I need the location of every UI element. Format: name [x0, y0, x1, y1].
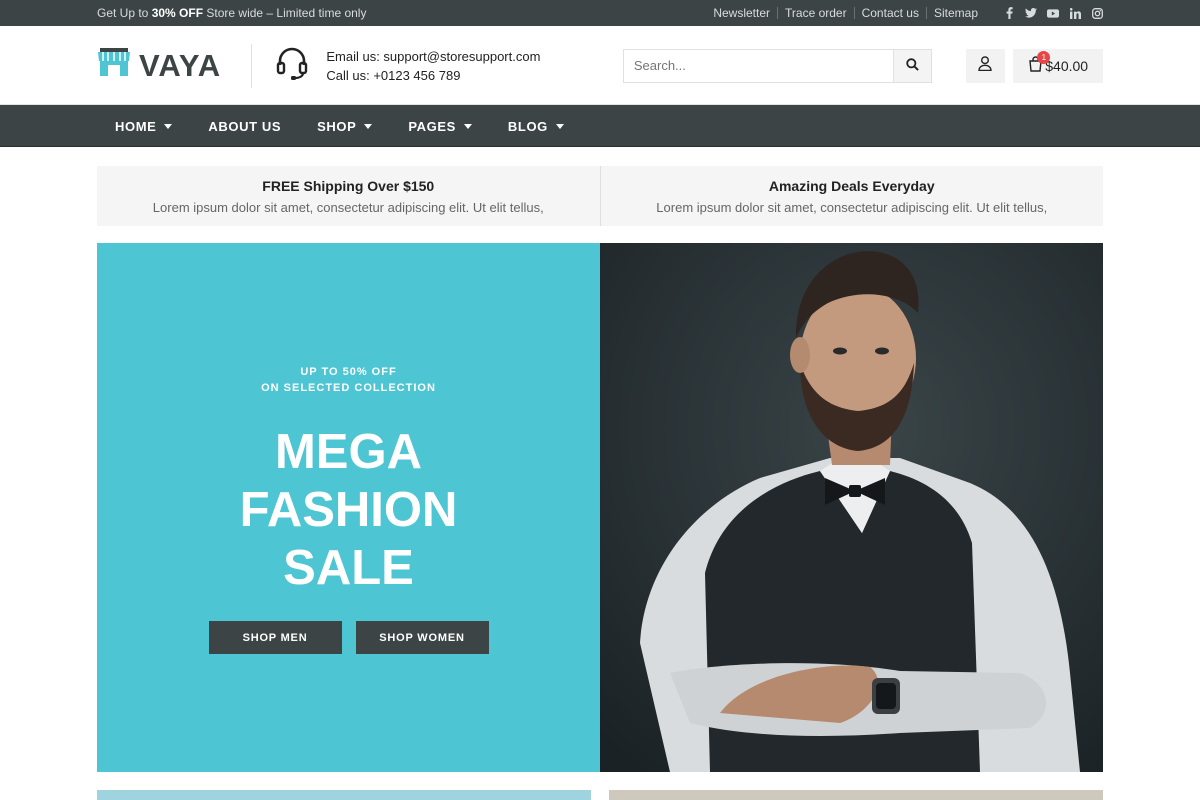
nav-item-blog[interactable]: BLOG — [490, 105, 582, 147]
cart-count-badge: 1 — [1037, 50, 1051, 64]
hero-title-line: MEGA — [274, 425, 422, 479]
shop-men-button[interactable]: SHOP MEN — [208, 621, 342, 654]
nav-item-home[interactable]: HOME — [97, 105, 190, 147]
hero-banner: UP TO 50% OFF ON SELECTED COLLECTION MEG… — [97, 243, 1103, 772]
nav-label: SHOP — [317, 118, 357, 134]
promo-suffix: Store wide – Limited time only — [203, 6, 367, 20]
feature-text: Lorem ipsum dolor sit amet, consectetur … — [152, 200, 544, 215]
nav-label: BLOG — [507, 118, 548, 134]
hero-title: MEGA FASHION SALE — [240, 423, 458, 597]
account-button[interactable] — [965, 48, 1006, 83]
instagram-icon[interactable] — [1091, 7, 1103, 19]
feature-strip: FREE Shipping Over $150 Lorem ipsum dolo… — [97, 166, 1103, 226]
cart-button[interactable]: 1 $40.00 — [1013, 48, 1103, 83]
chevron-down-icon — [555, 123, 564, 129]
shop-women-button[interactable]: SHOP WOMEN — [355, 621, 489, 654]
promo-text: Get Up to 30% OFF Store wide – Limited t… — [97, 6, 366, 20]
hero-title-line: SALE — [283, 541, 414, 595]
hero-kicker-line: ON SELECTED COLLECTION — [261, 382, 436, 394]
top-links: Newsletter Trace order Contact us Sitema… — [706, 7, 1103, 19]
phone-link[interactable]: +0123 456 789 — [373, 68, 460, 83]
feature-title: Amazing Deals Everyday — [768, 178, 935, 194]
promo-discount: 30% OFF — [151, 6, 204, 20]
chevron-down-icon — [463, 123, 472, 129]
search-icon — [905, 57, 919, 74]
hero-model-photo — [600, 243, 1103, 772]
twitter-icon[interactable] — [1025, 7, 1037, 19]
hero-title-line: FASHION — [239, 483, 458, 537]
social-links — [1003, 7, 1103, 19]
hero-kicker-line: UP TO 50% OFF — [300, 366, 397, 378]
chevron-down-icon — [164, 123, 173, 129]
search-button[interactable] — [892, 49, 931, 82]
category-thumb-right[interactable] — [609, 790, 1103, 800]
cart-total: $40.00 — [1045, 57, 1089, 74]
model-image — [600, 243, 1103, 772]
feature-text: Lorem ipsum dolor sit amet, consectetur … — [656, 200, 1048, 215]
youtube-icon[interactable] — [1047, 7, 1059, 19]
header-divider — [251, 43, 253, 88]
nav-label: HOME — [115, 118, 157, 134]
sitemap-link[interactable]: Sitemap — [925, 7, 985, 19]
logo-text: VAYA — [139, 47, 222, 83]
storefront-icon — [97, 48, 131, 83]
user-icon — [978, 55, 993, 76]
top-bar: Get Up to 30% OFF Store wide – Limited t… — [0, 0, 1200, 26]
nav-item-shop[interactable]: SHOP — [299, 105, 390, 147]
hero-promo-panel: UP TO 50% OFF ON SELECTED COLLECTION MEG… — [97, 243, 600, 772]
promo-prefix: Get Up to — [97, 6, 152, 20]
email-link[interactable]: support@storesupport.com — [383, 49, 540, 64]
newsletter-link[interactable]: Newsletter — [706, 7, 777, 19]
feature-title: FREE Shipping Over $150 — [262, 178, 435, 194]
nav-item-about-us[interactable]: ABOUT US — [190, 105, 299, 147]
phone-label: Call us: — [326, 67, 374, 83]
logo[interactable]: VAYA — [97, 48, 251, 84]
email-label: Email us: — [326, 48, 384, 64]
nav-label: ABOUT US — [208, 118, 282, 134]
nav-item-pages[interactable]: PAGES — [390, 105, 490, 147]
site-header: VAYA Email us: support@storesupport.com … — [0, 26, 1200, 105]
hero-kicker: UP TO 50% OFF ON SELECTED COLLECTION — [261, 364, 436, 396]
nav-label: PAGES — [408, 118, 456, 134]
trace-order-link[interactable]: Trace order — [777, 7, 854, 19]
category-thumb-left[interactable] — [97, 790, 591, 800]
headset-icon — [274, 45, 310, 86]
chevron-down-icon — [364, 123, 373, 129]
category-thumbnails — [97, 790, 1103, 800]
feature-deals: Amazing Deals Everyday Lorem ipsum dolor… — [599, 166, 1104, 226]
search-bar — [622, 48, 932, 83]
hero-buttons: SHOP MEN SHOP WOMEN — [208, 621, 489, 654]
search-input[interactable] — [623, 49, 893, 82]
contact-info: Email us: support@storesupport.com Call … — [274, 45, 623, 86]
main-nav: HOME ABOUT US SHOP PAGES BLOG — [0, 105, 1200, 147]
facebook-icon[interactable] — [1003, 7, 1015, 19]
contact-us-link[interactable]: Contact us — [853, 7, 926, 19]
linkedin-icon[interactable] — [1069, 7, 1081, 19]
feature-shipping: FREE Shipping Over $150 Lorem ipsum dolo… — [97, 166, 600, 226]
